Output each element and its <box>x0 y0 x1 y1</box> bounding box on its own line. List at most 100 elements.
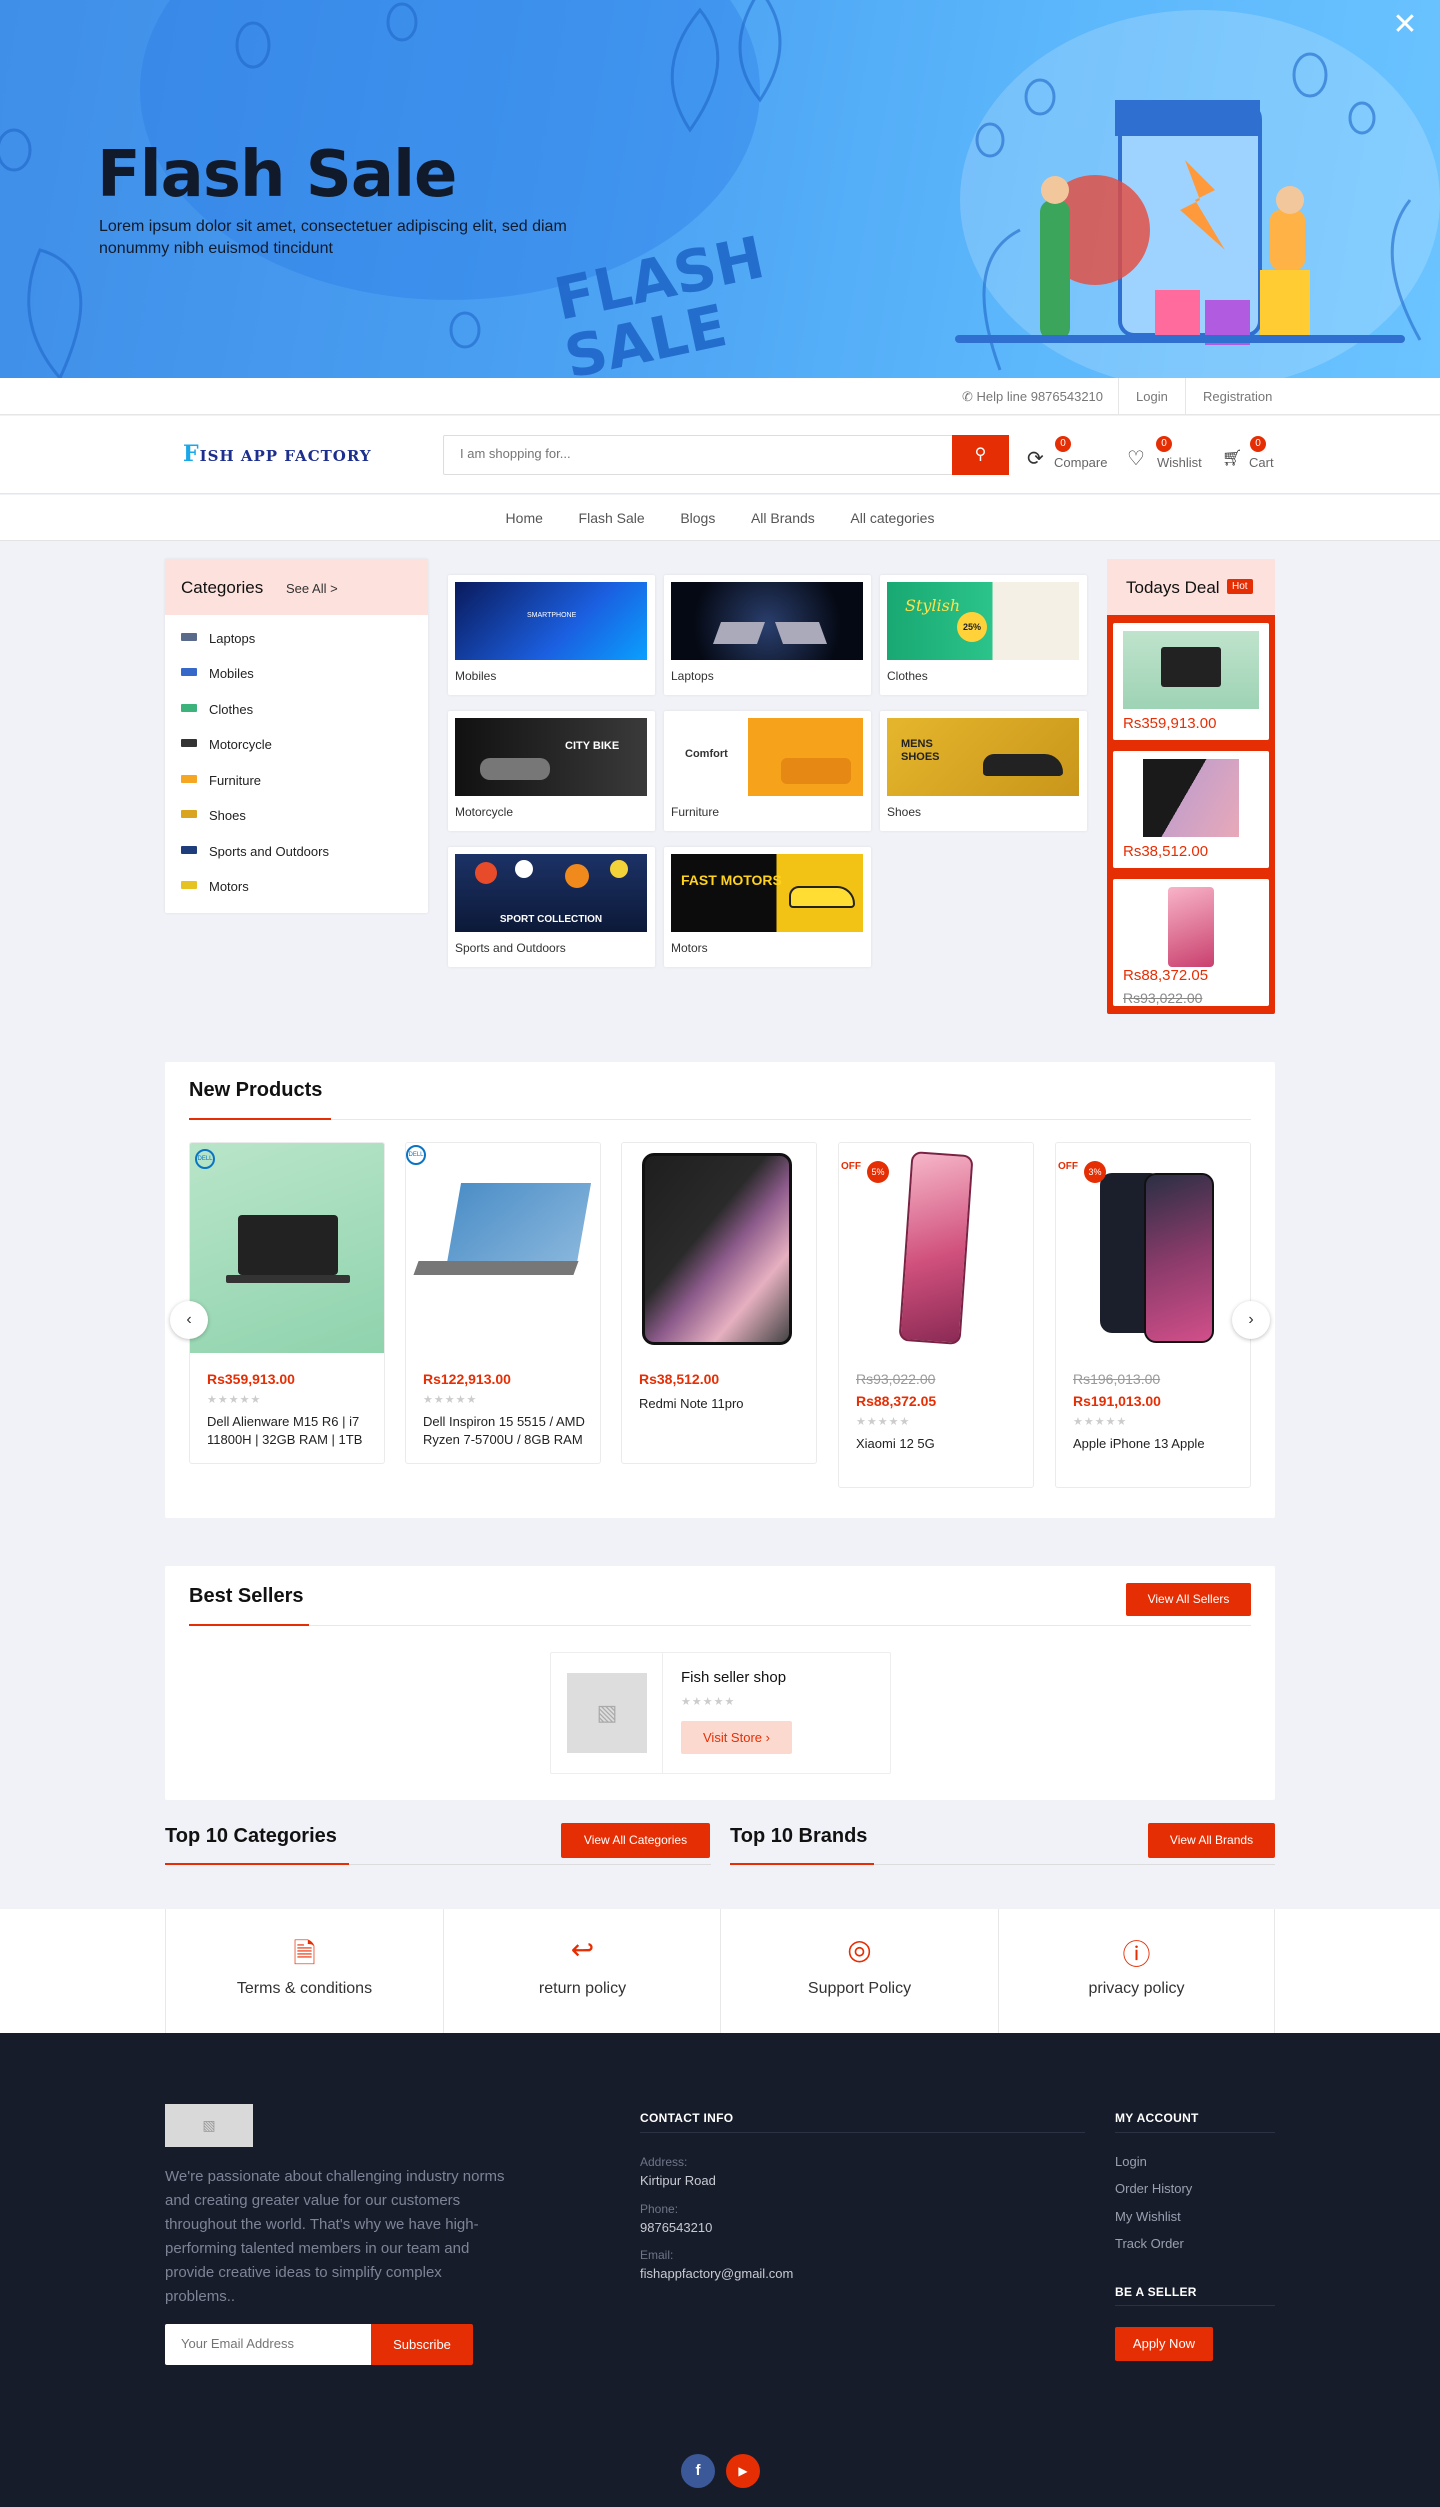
product-rating: ★★★★★ <box>856 1416 911 1428</box>
product-price: Rs88,372.05 <box>856 1393 937 1409</box>
apply-now-button[interactable]: Apply Now <box>1115 2327 1213 2361</box>
login-link[interactable]: Login <box>1118 378 1185 415</box>
email-value[interactable]: fishappfactory@gmail.com <box>640 2266 793 2281</box>
product-card[interactable]: OFF 3% Rs196,013.00 Rs191,013.00 ★★★★★ A… <box>1055 1142 1251 1488</box>
compare-label: Compare <box>1054 455 1108 470</box>
category-tile-laptops[interactable]: Laptops <box>664 575 871 695</box>
email-label: Email: <box>640 2248 674 2262</box>
footer-logo-placeholder[interactable]: ▧ <box>165 2104 253 2147</box>
deal-item[interactable]: Rs38,512.00 <box>1113 751 1269 868</box>
category-tile-clothes[interactable]: Stylish 25% Clothes <box>880 575 1087 695</box>
nav-home[interactable]: Home <box>506 495 543 541</box>
laptops-banner-image <box>671 582 863 660</box>
nav-blogs[interactable]: Blogs <box>680 495 715 541</box>
search-button[interactable]: ⚲ <box>952 435 1009 475</box>
product-card[interactable]: DELL Rs359,913.00 ★★★★★ Dell Alienware M… <box>189 1142 385 1464</box>
main-nav: Home Flash Sale Blogs All Brands All cat… <box>0 495 1440 541</box>
view-all-sellers-button[interactable]: View All Sellers <box>1126 1583 1251 1616</box>
visit-store-button[interactable]: Visit Store › <box>681 1721 792 1754</box>
image-placeholder-icon: ▧ <box>202 2117 216 2133</box>
wishlist-button[interactable]: ♡ 0 Wishlist <box>1127 436 1207 474</box>
youtube-icon[interactable]: ▶ <box>726 2454 760 2488</box>
address-label: Address: <box>640 2155 688 2169</box>
motors-thumb-icon <box>181 881 197 889</box>
see-all-link[interactable]: See All > <box>286 581 338 596</box>
product-name: Xiaomi 12 5G <box>856 1436 935 1451</box>
todays-deal-title: Todays Deal <box>1126 578 1220 597</box>
nav-all-brands[interactable]: All Brands <box>751 495 815 541</box>
compare-count: 0 <box>1055 436 1071 452</box>
product-card[interactable]: Rs38,512.00 Redmi Note 11pro <box>621 1142 817 1464</box>
wishlist-label: Wishlist <box>1157 455 1202 470</box>
best-sellers-title: Best Sellers <box>189 1585 304 1607</box>
wishlist-count: 0 <box>1156 436 1172 452</box>
track-order-link[interactable]: Track Order <box>1115 2236 1184 2251</box>
category-tile-mobiles[interactable]: SMARTPHONE Mobiles <box>448 575 655 695</box>
category-tile-shoes[interactable]: MENS SHOES Shoes <box>880 711 1087 831</box>
deal-item[interactable]: Rs359,913.00 <box>1113 623 1269 740</box>
motorcycle-thumb-icon <box>181 739 197 747</box>
clothes-thumb-icon <box>181 704 197 712</box>
flash-sale-banner[interactable]: FLASH SALE Flash Sale Lorem ipsum dolor … <box>0 0 1440 378</box>
deal-item[interactable]: Rs88,372.05 Rs93,022.00 <box>1113 879 1269 1006</box>
deal-product-image <box>1123 631 1259 709</box>
view-all-categories-button[interactable]: View All Categories <box>561 1823 710 1858</box>
section-underline <box>189 1624 309 1626</box>
category-tile-motorcycle[interactable]: CITY BIKE Motorcycle <box>448 711 655 831</box>
category-tile-sports[interactable]: SPORT COLLECTION Sports and Outdoors <box>448 847 655 967</box>
product-card[interactable]: OFF 5% Rs93,022.00 Rs88,372.05 ★★★★★ Xia… <box>838 1142 1034 1488</box>
privacy-policy-link[interactable]: ⓘ privacy policy <box>998 1909 1275 2033</box>
return-arrow-icon: ↩ <box>570 1934 595 1965</box>
be-a-seller-heading: BE A SELLER <box>1115 2285 1197 2299</box>
top-bar: ✆ Help line 9876543210 Login Registratio… <box>0 378 1440 415</box>
sports-thumb-icon <box>181 846 197 854</box>
alert-circle-icon: ⓘ <box>1122 1939 1151 1970</box>
carousel-next-button[interactable]: › <box>1232 1301 1270 1339</box>
todays-deal-header: Todays Deal Hot <box>1107 559 1275 615</box>
nav-flash-sale[interactable]: Flash Sale <box>579 495 645 541</box>
banner-subtitle: Lorem ipsum dolor sit amet, consectetuer… <box>99 218 567 257</box>
close-icon[interactable]: ✕ <box>1392 10 1418 40</box>
view-all-brands-button[interactable]: View All Brands <box>1148 1823 1275 1858</box>
section-underline <box>189 1118 331 1120</box>
top-categories-title: Top 10 Categories <box>165 1825 337 1847</box>
nav-all-categories[interactable]: All categories <box>850 495 934 541</box>
best-sellers-section: Best Sellers View All Sellers ▧ Fish sel… <box>165 1566 1275 1800</box>
footer-login-link[interactable]: Login <box>1115 2154 1147 2169</box>
product-card[interactable]: DELL Rs122,913.00 ★★★★★ Dell Inspiron 15… <box>405 1142 601 1464</box>
footer-about: We're passionate about challenging indus… <box>165 2168 505 2305</box>
order-history-link[interactable]: Order History <box>1115 2181 1192 2196</box>
terms-policy-link[interactable]: 🗎︎ Terms & conditions <box>165 1909 443 2033</box>
product-old-price: Rs196,013.00 <box>1073 1371 1161 1387</box>
footer-divider <box>640 2132 1085 2133</box>
newsletter-email-input[interactable] <box>181 2336 361 2351</box>
seller-card[interactable]: ▧ Fish seller shop ★★★★★ Visit Store › <box>550 1652 891 1774</box>
subscribe-button[interactable]: Subscribe <box>371 2324 473 2365</box>
category-tile-furniture[interactable]: Comfort Furniture <box>664 711 871 831</box>
cart-icon: 🛒︎ <box>1222 450 1243 467</box>
phone-value: 9876543210 <box>640 2220 713 2235</box>
helpline: ✆ Help line 9876543210 <box>962 389 1104 404</box>
discount-badge: 3% <box>1084 1161 1106 1183</box>
categories-title: Categories <box>181 578 264 597</box>
support-policy-link[interactable]: ◎ Support Policy <box>720 1909 998 2033</box>
product-price: Rs122,913.00 <box>423 1371 511 1387</box>
product-image: OFF 5% <box>839 1143 1033 1353</box>
chevron-right-icon: › <box>1248 1311 1254 1328</box>
facebook-icon[interactable]: f <box>681 2454 715 2488</box>
deal-price: Rs88,372.05 <box>1123 967 1209 984</box>
site-logo[interactable]: FISH APP FACTORY <box>183 441 372 467</box>
product-name: Redmi Note 11pro <box>639 1396 744 1411</box>
category-tile-motors[interactable]: FAST MOTORS Motors <box>664 847 871 967</box>
deal-product-image <box>1143 759 1239 837</box>
dell-logo-icon: DELL <box>406 1145 426 1165</box>
cart-button[interactable]: 🛒︎ 0 Cart <box>1222 436 1282 474</box>
furniture-banner-image: Comfort <box>671 718 863 796</box>
carousel-prev-button[interactable]: ‹ <box>170 1301 208 1339</box>
return-policy-link[interactable]: ↩ return policy <box>443 1909 721 2033</box>
my-wishlist-link[interactable]: My Wishlist <box>1115 2209 1181 2224</box>
registration-link[interactable]: Registration <box>1185 378 1289 415</box>
compare-button[interactable]: ⟳ 0 Compare <box>1027 436 1108 474</box>
todays-deal-panel: Todays Deal Hot Rs359,913.00 Rs38,512.00… <box>1107 559 1275 1014</box>
search-input[interactable] <box>460 446 940 461</box>
